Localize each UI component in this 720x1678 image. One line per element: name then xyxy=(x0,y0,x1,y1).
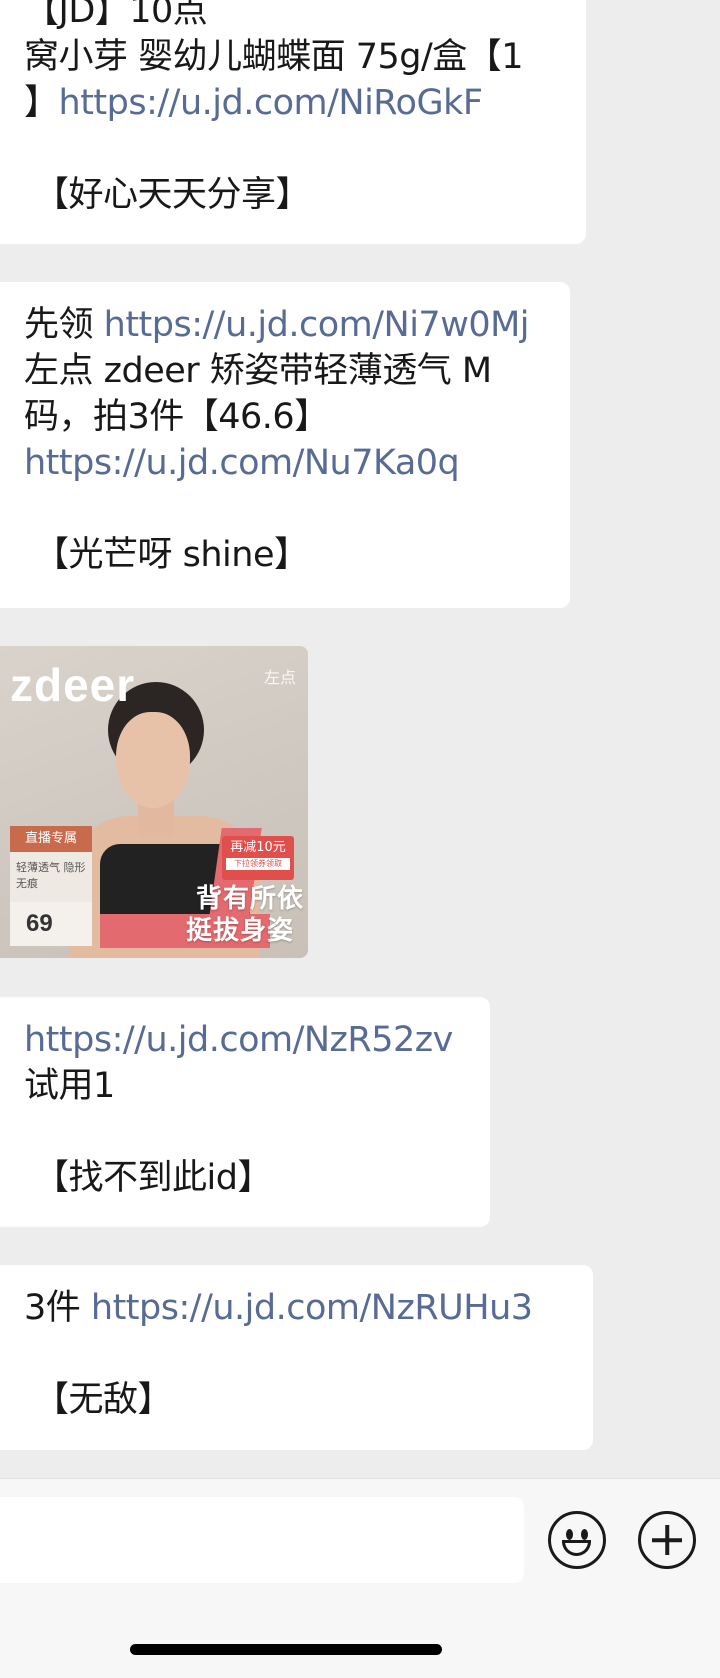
promo-sub-text: 下拉领券领取 xyxy=(226,858,290,870)
message-signature: 【无敌】 xyxy=(34,1380,173,1420)
jd-link[interactable]: https://u.jd.com/Nu7Ka0q xyxy=(24,440,546,486)
price-label: 69 xyxy=(10,902,92,946)
message-bubble[interactable]: 【JD】10点 窝小芽 婴幼儿蝴蝶面 75g/盒【1 】https://u.jd… xyxy=(0,0,586,244)
plus-circle-icon[interactable] xyxy=(638,1511,696,1569)
message-line: 左点 zdeer 矫姿带轻薄透气 M xyxy=(24,351,492,391)
promo-badge: 再减10元 下拉领券领取 xyxy=(222,836,294,880)
message-input[interactable] xyxy=(0,1497,524,1583)
message-line: 【JD】10点 xyxy=(24,0,208,31)
emoji-smile-icon[interactable] xyxy=(548,1511,606,1569)
message-line: 窝小芽 婴幼儿蝴蝶面 75g/盒【1 xyxy=(24,37,524,77)
slogan-line: 挺拔身姿 xyxy=(186,916,295,946)
jd-link[interactable]: https://u.jd.com/NiRoGkF xyxy=(59,83,483,123)
brand-logo: zdeer xyxy=(10,659,136,711)
feature-text: 轻薄透气 隐形无痕 xyxy=(10,852,92,902)
message-line: 试用1 xyxy=(24,1066,115,1106)
jd-link[interactable]: https://u.jd.com/NzRUHu3 xyxy=(91,1288,533,1328)
message-line: 码，拍3件【46.6】 xyxy=(24,397,329,437)
corner-tag: 左点 xyxy=(263,668,296,687)
product-image-message[interactable]: zdeer 左点 直播专属 轻薄透气 隐形无痕 69 再减10元 下拉领券领取 … xyxy=(0,646,308,958)
message-bubble[interactable]: https://u.jd.com/NzR52zv 试用1 【找不到此id】 xyxy=(0,997,490,1227)
message-text: 3件 xyxy=(24,1288,91,1328)
message-bubble[interactable]: 3件 https://u.jd.com/NzRUHu3 【无敌】 xyxy=(0,1265,593,1450)
live-badge: 直播专属 xyxy=(10,826,92,852)
emoji-mouth xyxy=(562,1540,591,1556)
message-line-with-link: 先领 https://u.jd.com/Ni7w0Mj xyxy=(24,302,546,348)
promo-main-text: 再减10元 xyxy=(230,840,286,855)
message-line-with-link: 3件 https://u.jd.com/NzRUHu3 xyxy=(24,1285,569,1331)
emoji-eye xyxy=(581,1529,588,1540)
message-signature: 【找不到此id】 xyxy=(34,1158,272,1198)
model-face xyxy=(116,712,190,808)
message-line-with-link: 】https://u.jd.com/NiRoGkF xyxy=(24,80,562,126)
chat-message-list[interactable]: 【JD】10点 窝小芽 婴幼儿蝴蝶面 75g/盒【1 】https://u.jd… xyxy=(0,0,720,1478)
jd-link[interactable]: https://u.jd.com/Ni7w0Mj xyxy=(104,305,530,345)
message-bubble[interactable]: 先领 https://u.jd.com/Ni7w0Mj 左点 zdeer 矫姿带… xyxy=(0,282,570,608)
message-text: 】 xyxy=(24,83,59,123)
message-signature: 【光芒呀 shine】 xyxy=(34,535,309,575)
message-text: 先领 xyxy=(24,305,104,345)
home-indicator[interactable] xyxy=(130,1644,442,1655)
jd-link[interactable]: https://u.jd.com/NzR52zv xyxy=(24,1017,466,1063)
message-signature: 【好心天天分享】 xyxy=(34,175,311,215)
emoji-eye xyxy=(566,1529,573,1540)
